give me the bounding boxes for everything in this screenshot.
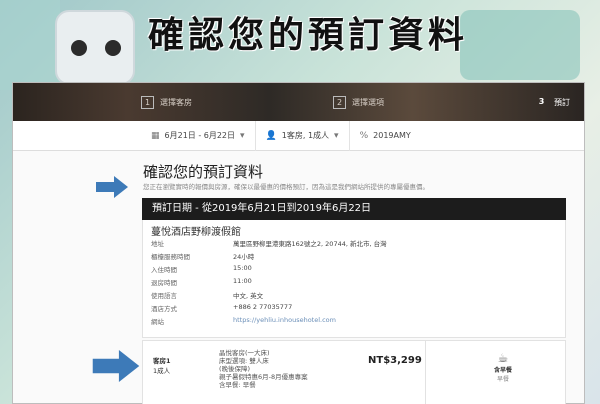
info-value: 萬里區野柳里港東路162號之2, 20744, 新北市, 台灣 <box>233 240 387 248</box>
info-label: 櫃檯服務時間 <box>151 253 190 261</box>
room-detail-line: 含早餐: 早餐 <box>219 381 256 389</box>
room-detail-line: 晶悅客房(一大床) <box>219 349 270 357</box>
date-picker[interactable]: ▦ 6月21日 - 6月22日 ▾ <box>141 120 256 151</box>
website-link[interactable]: https://yehliu.inhousehotel.com <box>233 316 336 326</box>
room-guest-info: 客房1 1成人 <box>153 355 171 375</box>
info-row-address: 地址 萬里區野柳里港東路162號之2, 20744, 新北市, 台灣 <box>151 238 387 248</box>
room-price: NT$3,299 <box>368 355 422 366</box>
hotel-info-box: 蔓悅酒店野柳渡假館 地址 萬里區野柳里港東路162號之2, 20744, 新北市… <box>142 220 566 338</box>
page-title: 確認您的預訂資料 <box>143 163 264 181</box>
calendar-icon: ▦ <box>151 130 160 141</box>
info-label: 酒店方式 <box>151 305 177 313</box>
room-summary: 客房1 1成人 晶悅客房(一大床) 床型選項: 雙人床 (晚後保障) 親子暑假特… <box>142 340 566 404</box>
headline: 確認您的預訂資料 <box>148 15 469 56</box>
promo-code[interactable]: % 2019AMY <box>350 121 421 151</box>
guest-count: 1客房, 1成人 <box>281 131 330 140</box>
room-details: 晶悅客房(一大床) 床型選項: 雙人床 (晚後保障) 親子暑假特惠6月-8月優惠… <box>219 349 308 389</box>
chevron-down-icon: ▾ <box>240 130 245 141</box>
info-value: 11:00 <box>233 277 252 285</box>
guest-picker[interactable]: 👤 1客房, 1成人 ▾ <box>256 120 350 151</box>
step-number: 1 <box>141 96 154 109</box>
info-row-website: 網站 https://yehliu.inhousehotel.com <box>151 316 336 326</box>
toy-eye-right <box>105 40 121 56</box>
step-select-options[interactable]: 2 選擇選項 <box>333 96 384 109</box>
info-row-language: 使用語言 中文, 英文 <box>151 290 263 300</box>
breakfast-info: ☕ 含早餐 早餐 <box>473 351 533 383</box>
room-guests: 1成人 <box>153 367 171 375</box>
step-label: 選擇客房 <box>160 98 192 107</box>
info-value: 中文, 英文 <box>233 292 264 300</box>
info-row-contact: 酒店方式 +886 2 77035777 <box>151 303 292 313</box>
info-label: 使用語言 <box>151 292 177 300</box>
pointer-arrow-icon <box>96 176 128 198</box>
divider <box>425 341 426 404</box>
info-label: 地址 <box>151 240 164 248</box>
room-title: 客房1 <box>153 357 171 365</box>
booking-steps: 1 選擇客房 2 選擇選項 3 預訂 <box>13 83 584 121</box>
step-label: 預訂 <box>554 98 570 107</box>
info-label: 網站 <box>151 318 164 326</box>
meal-label: 含早餐 <box>493 367 512 374</box>
info-label: 入住時間 <box>151 266 177 274</box>
page-subtitle: 您正在瀏覽實時的報價與房源，確保以最優惠的價格預訂，因為這是我們網站所提供的專屬… <box>143 183 429 191</box>
toy-eye-left <box>71 40 87 56</box>
booking-date-bar: 預訂日期 - 從2019年6月21日到2019年6月22日 <box>142 198 566 220</box>
search-filters: ▦ 6月21日 - 6月22日 ▾ 👤 1客房, 1成人 ▾ % 2019AMY <box>13 120 584 151</box>
info-value: +886 2 77035777 <box>233 303 293 311</box>
date-range: 6月21日 - 6月22日 <box>164 131 236 140</box>
info-row-checkout: 退房時間 11:00 <box>151 277 252 287</box>
info-value: 15:00 <box>233 264 252 272</box>
info-value: 24小時 <box>233 253 255 261</box>
step-select-room[interactable]: 1 選擇客房 <box>141 96 192 109</box>
pointer-arrow-icon <box>92 350 140 382</box>
user-icon: 👤 <box>265 130 277 141</box>
background-shape <box>0 0 60 90</box>
info-row-frontdesk: 櫃檯服務時間 24小時 <box>151 251 254 261</box>
room-detail-line: 親子暑假特惠6月-8月優惠專案 <box>219 373 308 381</box>
hotel-name: 蔓悅酒店野柳渡假館 <box>151 227 241 238</box>
background-shape <box>460 10 580 80</box>
step-label: 選擇選項 <box>352 98 384 107</box>
step-booking[interactable]: 3 預訂 <box>535 96 570 109</box>
info-row-checkin: 入住時間 15:00 <box>151 264 252 274</box>
chevron-down-icon: ▾ <box>334 130 339 141</box>
step-number: 2 <box>333 96 346 109</box>
promo-value: 2019AMY <box>373 131 411 140</box>
meal-sub: 早餐 <box>496 376 509 383</box>
room-detail-line: (晚後保障) <box>219 365 251 373</box>
step-number: 3 <box>538 97 545 106</box>
panda-toy-decoration <box>55 10 135 85</box>
coffee-cup-icon: ☕ <box>497 351 509 365</box>
room-detail-line: 床型選項: 雙人床 <box>219 357 269 365</box>
info-label: 退房時間 <box>151 279 177 287</box>
percent-icon: % <box>359 130 369 141</box>
